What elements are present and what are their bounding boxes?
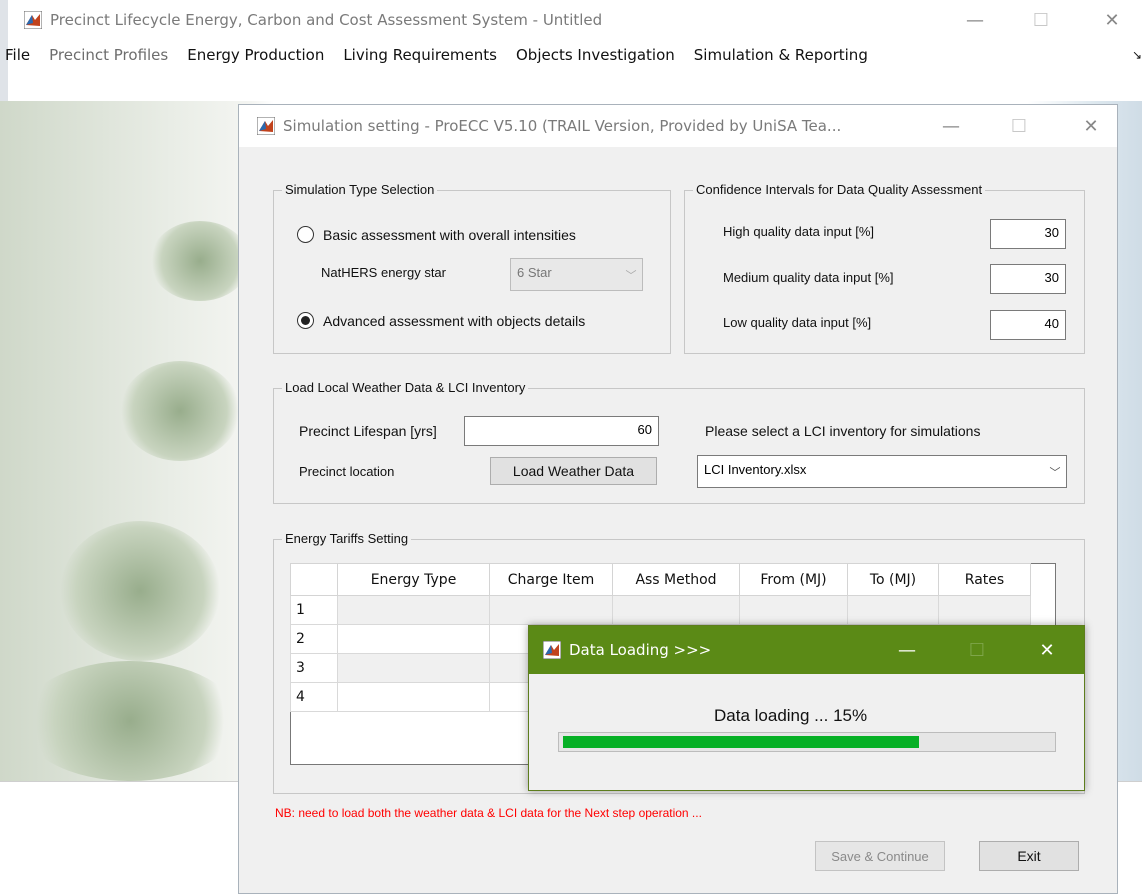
row-number: 1 <box>290 595 338 625</box>
table-cell[interactable] <box>337 624 490 654</box>
table-cell[interactable] <box>847 595 939 625</box>
loading-title-bar[interactable]: Data Loading >>> — ☐ ✕ <box>529 626 1084 674</box>
menu-simulation-reporting[interactable]: Simulation & Reporting <box>694 46 868 64</box>
operation-note: NB: need to load both the weather data &… <box>275 806 702 820</box>
menu-energy-production[interactable]: Energy Production <box>187 46 324 64</box>
save-continue-button[interactable]: Save & Continue <box>815 841 945 871</box>
low-quality-input[interactable]: 40 <box>990 310 1066 340</box>
dialog-close-button[interactable]: ✕ <box>1069 105 1113 147</box>
row-number: 2 <box>290 624 338 654</box>
chevron-down-icon[interactable]: ﹀ <box>1044 456 1066 487</box>
column-header-to[interactable]: To (MJ) <box>847 563 939 596</box>
dialog-minimize-button[interactable]: — <box>929 105 973 147</box>
background-tree-decoration <box>120 361 240 461</box>
medium-quality-input[interactable]: 30 <box>990 264 1066 294</box>
location-label: Precinct location <box>299 464 395 479</box>
data-loading-dialog: Data Loading >>> — ☐ ✕ Data loading ... … <box>528 625 1085 791</box>
confidence-intervals-legend: Confidence Intervals for Data Quality As… <box>693 182 986 197</box>
menu-overflow-icon[interactable]: ↘ <box>1132 48 1142 62</box>
confidence-intervals-group: Confidence Intervals for Data Quality As… <box>684 182 1085 354</box>
basic-assessment-radio[interactable] <box>297 226 314 243</box>
low-quality-label: Low quality data input [%] <box>723 315 872 330</box>
chevron-down-icon: ﹀ <box>625 269 637 282</box>
loading-progress-fill <box>563 736 919 748</box>
table-cell[interactable] <box>612 595 740 625</box>
menu-objects-investigation[interactable]: Objects Investigation <box>516 46 675 64</box>
menu-precinct-profiles[interactable]: Precinct Profiles <box>49 46 168 64</box>
maximize-button[interactable]: ☐ <box>1019 0 1063 40</box>
main-window-title: Precinct Lifecycle Energy, Carbon and Co… <box>50 11 603 29</box>
menu-bar: File Precinct Profiles Energy Production… <box>5 40 1142 70</box>
load-weather-data-button[interactable]: Load Weather Data <box>490 457 657 485</box>
matlab-logo-icon <box>24 11 42 29</box>
main-title-bar[interactable]: Precinct Lifecycle Energy, Carbon and Co… <box>8 0 1142 40</box>
table-cell[interactable] <box>739 595 848 625</box>
nathers-star-value: 6 Star <box>517 265 552 280</box>
lci-prompt-label: Please select a LCI inventory for simula… <box>705 423 981 439</box>
row-number: 3 <box>290 653 338 683</box>
column-header-charge-item[interactable]: Charge Item <box>489 563 613 596</box>
minimize-button[interactable]: — <box>953 0 997 40</box>
column-header-from[interactable]: From (MJ) <box>739 563 848 596</box>
table-cell[interactable] <box>337 653 490 683</box>
simulation-type-legend: Simulation Type Selection <box>282 182 438 197</box>
table-cell[interactable] <box>938 595 1031 625</box>
weather-lci-group: Load Local Weather Data & LCI Inventory … <box>273 380 1085 504</box>
weather-lci-legend: Load Local Weather Data & LCI Inventory <box>282 380 529 395</box>
loading-maximize-button[interactable]: ☐ <box>955 626 999 674</box>
column-header-energy-type[interactable]: Energy Type <box>337 563 490 596</box>
table-header-row: Energy Type Charge Item Ass Method From … <box>290 563 1031 596</box>
loading-close-button[interactable]: ✕ <box>1025 626 1069 674</box>
loading-message: Data loading ... 15% <box>714 706 868 725</box>
advanced-assessment-label[interactable]: Advanced assessment with objects details <box>323 313 585 329</box>
loading-minimize-button[interactable]: — <box>885 626 929 674</box>
lifespan-input[interactable]: 60 <box>464 416 659 446</box>
row-header-corner <box>290 563 338 596</box>
exit-button[interactable]: Exit <box>979 841 1079 871</box>
medium-quality-label: Medium quality data input [%] <box>723 270 894 285</box>
table-row: 1 <box>290 595 1031 625</box>
background-tree-decoration <box>150 221 250 301</box>
basic-assessment-label[interactable]: Basic assessment with overall intensitie… <box>323 227 576 243</box>
table-cell[interactable] <box>489 595 613 625</box>
high-quality-input[interactable]: 30 <box>990 219 1066 249</box>
matlab-logo-icon <box>257 117 275 135</box>
table-cell[interactable] <box>337 595 490 625</box>
background-tree-decoration <box>60 521 220 661</box>
column-header-rates[interactable]: Rates <box>938 563 1031 596</box>
dialog-title-bar[interactable]: Simulation setting - ProECC V5.10 (TRAIL… <box>239 105 1117 147</box>
lci-inventory-value: LCI Inventory.xlsx <box>704 462 807 477</box>
nathers-star-select[interactable]: 6 Star ﹀ <box>510 258 643 291</box>
lifespan-label: Precinct Lifespan [yrs] <box>299 423 437 439</box>
high-quality-label: High quality data input [%] <box>723 224 875 239</box>
close-button[interactable]: ✕ <box>1090 0 1134 40</box>
dialog-title: Simulation setting - ProECC V5.10 (TRAIL… <box>283 117 842 135</box>
energy-tariffs-legend: Energy Tariffs Setting <box>282 531 412 546</box>
matlab-logo-icon <box>543 641 561 659</box>
simulation-type-group: Simulation Type Selection Basic assessme… <box>273 182 671 354</box>
background-tree-decoration <box>20 661 240 781</box>
lci-inventory-select[interactable]: LCI Inventory.xlsx ﹀ <box>697 455 1067 488</box>
loading-progress-bar <box>558 732 1056 752</box>
dialog-maximize-button[interactable]: ☐ <box>997 105 1041 147</box>
loading-title: Data Loading >>> <box>569 641 712 659</box>
column-header-ass-method[interactable]: Ass Method <box>612 563 740 596</box>
nathers-label: NatHERS energy star <box>321 265 446 280</box>
row-number: 4 <box>290 682 338 712</box>
table-cell[interactable] <box>337 682 490 712</box>
menu-living-requirements[interactable]: Living Requirements <box>343 46 497 64</box>
advanced-assessment-radio[interactable] <box>297 312 314 329</box>
menu-file[interactable]: File <box>5 46 30 64</box>
